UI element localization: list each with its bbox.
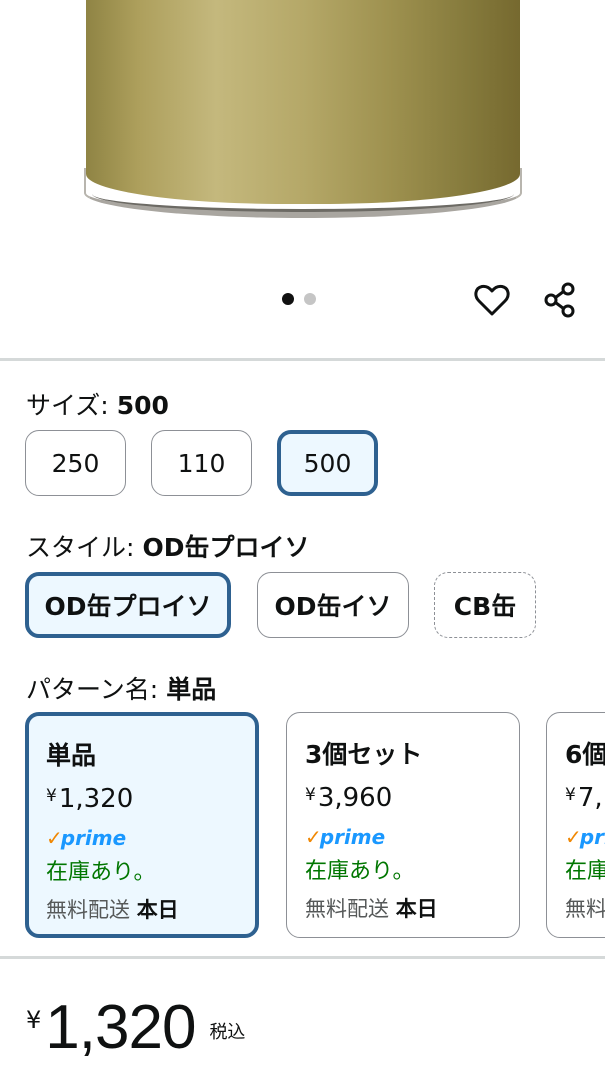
style-option-label: OD缶イソ	[274, 592, 392, 621]
pattern-card-price: ¥3,960	[305, 783, 519, 813]
price-value: 1,320	[58, 784, 134, 814]
price-value: 3,960	[317, 783, 393, 813]
style-option-cb[interactable]: CB缶	[434, 572, 536, 638]
prime-badge: ✓prime	[305, 825, 519, 849]
size-label: サイズ:	[26, 391, 109, 420]
product-image-can-rim-inner	[92, 176, 514, 212]
price-amount: 1,320	[45, 993, 196, 1062]
pattern-selected-value: 単品	[166, 675, 217, 704]
heart-icon[interactable]	[472, 280, 512, 320]
pattern-card-title: 6個	[565, 740, 605, 769]
style-option-label: OD缶プロイソ	[44, 592, 212, 621]
price-value: 7,	[577, 783, 603, 813]
style-selected-value: OD缶プロイソ	[142, 533, 310, 562]
shipping-label: 無料	[565, 897, 605, 921]
prime-text: prime	[60, 826, 127, 850]
section-divider	[0, 358, 605, 361]
size-option-label: 110	[177, 448, 226, 478]
product-image-carousel[interactable]	[0, 0, 605, 358]
prime-badge: ✓prime	[46, 826, 255, 850]
size-option-250[interactable]: 250	[25, 430, 126, 496]
size-option-110[interactable]: 110	[151, 430, 252, 496]
stock-status: 在庫あり。	[305, 859, 415, 884]
shipping-info: 無料	[565, 893, 605, 923]
shipping-label: 無料配送	[305, 897, 389, 921]
pattern-card-3-set[interactable]: 3個セット ¥3,960 ✓prime 在庫あり。 無料配送 本日	[286, 712, 520, 938]
pattern-card-price: ¥7,	[565, 783, 605, 813]
style-option-od-pro-iso[interactable]: OD缶プロイソ	[25, 572, 231, 638]
product-price: ¥ 1,320 税込	[26, 993, 246, 1062]
pattern-card-6-set[interactable]: 6個 ¥7, ✓pri 在庫 無料	[546, 712, 605, 938]
carousel-dot-1[interactable]	[282, 293, 294, 305]
shipping-info: 無料配送 本日	[46, 894, 255, 924]
prime-badge: ✓pri	[565, 825, 605, 849]
currency-symbol: ¥	[305, 785, 316, 805]
prime-text: prime	[319, 825, 386, 849]
shipping-day: 本日	[136, 898, 179, 922]
section-divider	[0, 956, 605, 959]
carousel-dots	[282, 293, 316, 305]
currency-symbol: ¥	[46, 786, 57, 806]
pattern-card-title: 3個セット	[305, 740, 423, 769]
pattern-label: パターン名:	[26, 675, 159, 704]
pattern-card-price: ¥1,320	[46, 784, 255, 814]
shipping-day: 本日	[395, 897, 438, 921]
size-option-500[interactable]: 500	[277, 430, 378, 496]
size-option-label: 500	[303, 448, 352, 478]
size-label-row: サイズ: 500	[26, 386, 169, 422]
pattern-card-single[interactable]: 単品 ¥1,320 ✓prime 在庫あり。 無料配送 本日	[25, 712, 259, 938]
tax-included-note: 税込	[209, 1022, 246, 1043]
stock-status: 在庫	[565, 859, 605, 884]
size-option-label: 250	[51, 448, 100, 478]
share-icon[interactable]	[540, 280, 580, 320]
style-label-row: スタイル: OD缶プロイソ	[26, 528, 309, 564]
currency-symbol: ¥	[565, 785, 576, 805]
stock-status: 在庫あり。	[46, 860, 156, 885]
size-selected-value: 500	[116, 391, 169, 420]
pattern-card-title: 単品	[46, 741, 97, 770]
pattern-label-row: パターン名: 単品	[26, 670, 216, 706]
style-label: スタイル:	[26, 533, 135, 562]
prime-text: pri	[579, 825, 605, 849]
shipping-info: 無料配送 本日	[305, 893, 519, 923]
style-option-label: CB缶	[453, 592, 517, 621]
carousel-dot-2[interactable]	[304, 293, 316, 305]
style-option-od-iso[interactable]: OD缶イソ	[257, 572, 409, 638]
shipping-label: 無料配送	[46, 898, 130, 922]
price-currency: ¥	[26, 1006, 42, 1034]
